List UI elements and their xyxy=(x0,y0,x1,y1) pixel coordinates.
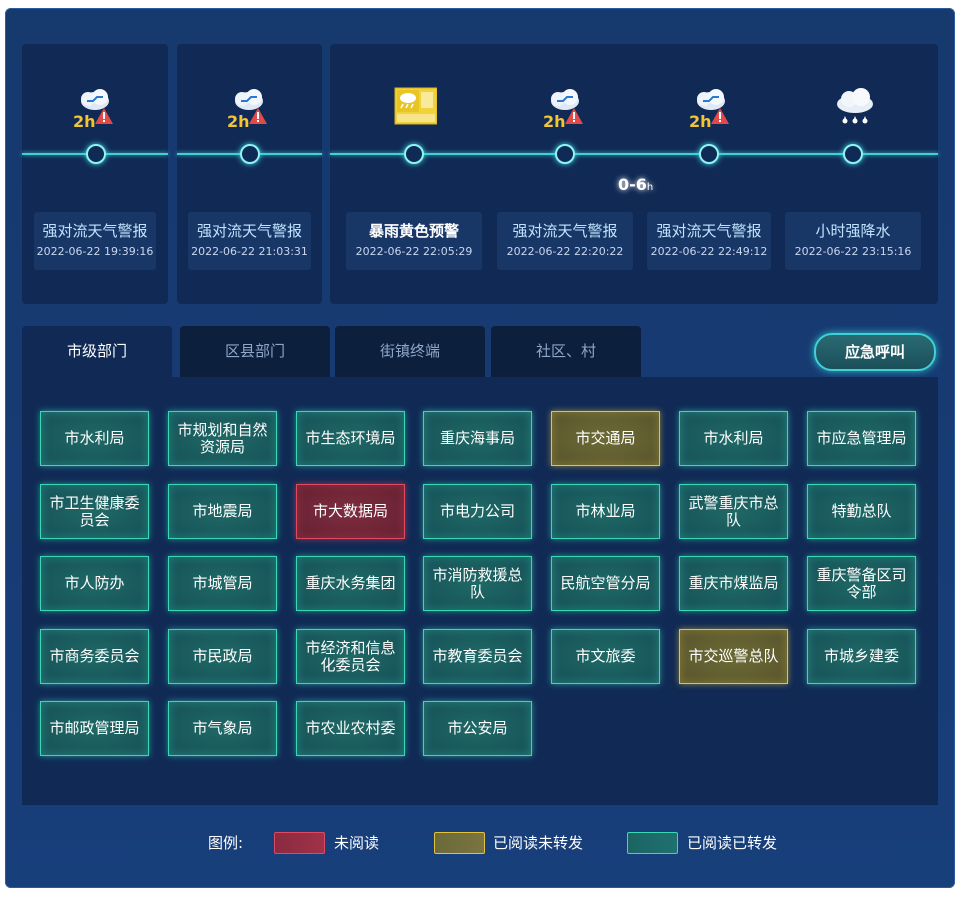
department-button[interactable]: 重庆警备区司令部 xyxy=(807,556,916,611)
convection-warning-icon: 2h xyxy=(543,89,583,130)
timeline-node[interactable] xyxy=(699,144,719,164)
department-button[interactable]: 民航空管分局 xyxy=(551,556,660,611)
event-title: 强对流天气警报 xyxy=(656,222,762,240)
timeline-event[interactable]: 暴雨黄色预警 2022-06-22 22:05:29 xyxy=(346,212,482,270)
department-button[interactable]: 市大数据局 xyxy=(296,484,405,539)
emergency-call-button[interactable]: 应急呼叫 xyxy=(814,333,936,371)
timeline-node[interactable] xyxy=(86,144,106,164)
timeline-node[interactable] xyxy=(843,144,863,164)
department-button[interactable]: 市气象局 xyxy=(168,701,277,756)
event-title: 暴雨黄色预警 xyxy=(368,222,459,240)
convection-warning-icon: 2h xyxy=(73,89,113,130)
department-button[interactable]: 市卫生健康委员会 xyxy=(40,484,149,539)
event-title: 小时强降水 xyxy=(815,222,891,240)
department-button[interactable]: 市电力公司 xyxy=(423,484,532,539)
heavy-rain-icon xyxy=(837,88,873,124)
department-button[interactable]: 市经济和信息化委员会 xyxy=(296,629,405,684)
timeline-node[interactable] xyxy=(555,144,575,164)
event-date: 2022-06-22 22:05:29 xyxy=(355,245,473,258)
time-range-label: 0-6h xyxy=(618,175,654,194)
timeline-event[interactable]: 强对流天气警报 2022-06-22 19:39:16 xyxy=(34,212,156,270)
svg-text:2h: 2h xyxy=(227,112,250,130)
event-date: 2022-06-22 21:03:31 xyxy=(191,245,308,258)
timeline-event[interactable]: 小时强降水 2022-06-22 23:15:16 xyxy=(785,212,921,270)
department-button[interactable]: 重庆水务集团 xyxy=(296,556,405,611)
legend-swatch-unread xyxy=(274,832,325,854)
department-button[interactable]: 市农业农村委 xyxy=(296,701,405,756)
department-button[interactable]: 重庆海事局 xyxy=(423,411,532,466)
department-button[interactable]: 市文旅委 xyxy=(551,629,660,684)
legend-swatch-read-forwarded xyxy=(627,832,678,854)
rainstorm-yellow-warning-icon xyxy=(394,87,437,125)
department-button[interactable]: 市林业局 xyxy=(551,484,660,539)
department-button[interactable]: 市消防救援总队 xyxy=(423,556,532,611)
department-button[interactable]: 市教育委员会 xyxy=(423,629,532,684)
department-button[interactable]: 武警重庆市总队 xyxy=(679,484,788,539)
department-button[interactable]: 市规划和自然资源局 xyxy=(168,411,277,466)
timeline-node[interactable] xyxy=(404,144,424,164)
department-button[interactable]: 市邮政管理局 xyxy=(40,701,149,756)
tab-district-departments[interactable]: 区县部门 xyxy=(180,326,330,377)
legend-label-read-forwarded: 已阅读已转发 xyxy=(687,834,778,852)
timeline-event[interactable]: 强对流天气警报 2022-06-22 21:03:31 xyxy=(188,212,311,270)
department-button[interactable]: 市城乡建委 xyxy=(807,629,916,684)
department-button[interactable]: 市公安局 xyxy=(423,701,532,756)
department-button[interactable]: 市水利局 xyxy=(679,411,788,466)
svg-text:2h: 2h xyxy=(689,112,712,130)
tab-community-village[interactable]: 社区、村 xyxy=(491,326,641,377)
department-button[interactable]: 市生态环境局 xyxy=(296,411,405,466)
event-date: 2022-06-22 22:49:12 xyxy=(650,245,768,258)
department-button[interactable]: 特勤总队 xyxy=(807,484,916,539)
convection-warning-icon: 2h xyxy=(689,89,729,130)
event-date: 2022-06-22 19:39:16 xyxy=(36,245,154,258)
department-button[interactable]: 重庆市煤监局 xyxy=(679,556,788,611)
department-button[interactable]: 市地震局 xyxy=(168,484,277,539)
event-title: 强对流天气警报 xyxy=(42,222,148,240)
event-date: 2022-06-22 23:15:16 xyxy=(794,245,912,258)
timeline-event[interactable]: 强对流天气警报 2022-06-22 22:20:22 xyxy=(497,212,633,270)
legend-swatch-read-not-forwarded xyxy=(434,832,485,854)
tab-street-terminals[interactable]: 街镇终端 xyxy=(335,326,485,377)
legend-label-read-not-forwarded: 已阅读未转发 xyxy=(493,834,584,852)
department-button[interactable]: 市商务委员会 xyxy=(40,629,149,684)
department-button[interactable]: 市交巡警总队 xyxy=(679,629,788,684)
legend-title: 图例: xyxy=(208,834,244,852)
svg-text:2h: 2h xyxy=(543,112,566,130)
convection-warning-icon: 2h xyxy=(227,89,267,130)
department-button[interactable]: 市水利局 xyxy=(40,411,149,466)
department-button[interactable]: 市人防办 xyxy=(40,556,149,611)
department-button[interactable]: 市民政局 xyxy=(168,629,277,684)
tab-city-departments[interactable]: 市级部门 xyxy=(22,326,172,377)
timeline-event[interactable]: 强对流天气警报 2022-06-22 22:49:12 xyxy=(647,212,771,270)
event-title: 强对流天气警报 xyxy=(512,222,618,240)
event-title: 强对流天气警报 xyxy=(196,222,302,240)
legend-label-unread: 未阅读 xyxy=(334,834,380,852)
department-button[interactable]: 市应急管理局 xyxy=(807,411,916,466)
department-button[interactable]: 市城管局 xyxy=(168,556,277,611)
timeline-node[interactable] xyxy=(240,144,260,164)
event-date: 2022-06-22 22:20:22 xyxy=(506,245,624,258)
svg-text:2h: 2h xyxy=(73,112,96,130)
department-button[interactable]: 市交通局 xyxy=(551,411,660,466)
